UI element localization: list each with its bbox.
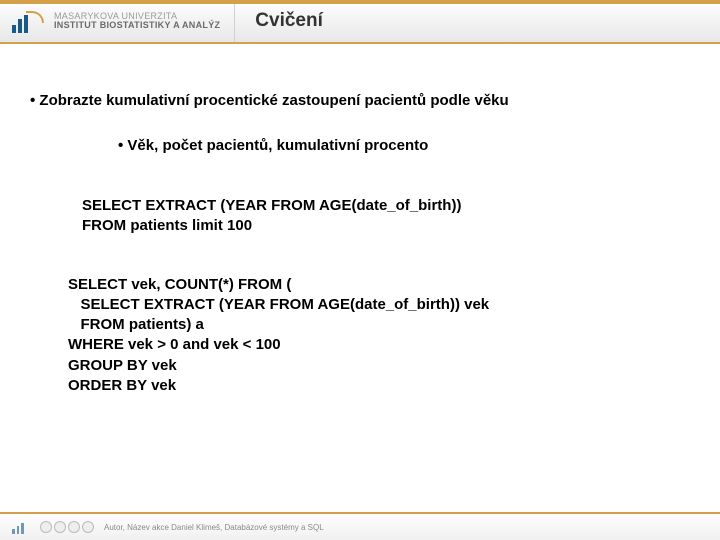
footer-dot-icon [40,521,52,533]
logo-icon [12,9,46,33]
bullet-sub: • Věk, počet pacientů, kumulativní proce… [118,137,690,154]
footer-icons [40,521,94,533]
sql-block-1: SELECT EXTRACT (YEAR FROM AGE(date_of_bi… [82,196,690,237]
content: • Zobrazte kumulativní procentické zasto… [0,44,720,396]
footer-text: Autor, Název akce Daniel Klimeš, Databáz… [104,523,324,532]
footer-dot-icon [82,521,94,533]
logo-block: MASARYKOVA UNIVERZITA INSTITUT BIOSTATIS… [0,0,235,42]
footer-dot-icon [54,521,66,533]
bullet-main: • Zobrazte kumulativní procentické zasto… [30,92,690,109]
footer-logo-icon [12,521,30,534]
sql-block-2: SELECT vek, COUNT(*) FROM ( SELECT EXTRA… [68,275,690,397]
footer: Autor, Název akce Daniel Klimeš, Databáz… [0,512,720,540]
header: MASARYKOVA UNIVERZITA INSTITUT BIOSTATIS… [0,0,720,44]
institute-name: INSTITUT BIOSTATISTIKY A ANALÝZ [54,21,220,30]
footer-dot-icon [68,521,80,533]
logo-text: MASARYKOVA UNIVERZITA INSTITUT BIOSTATIS… [54,12,220,30]
page-title: Cvičení [235,10,720,32]
